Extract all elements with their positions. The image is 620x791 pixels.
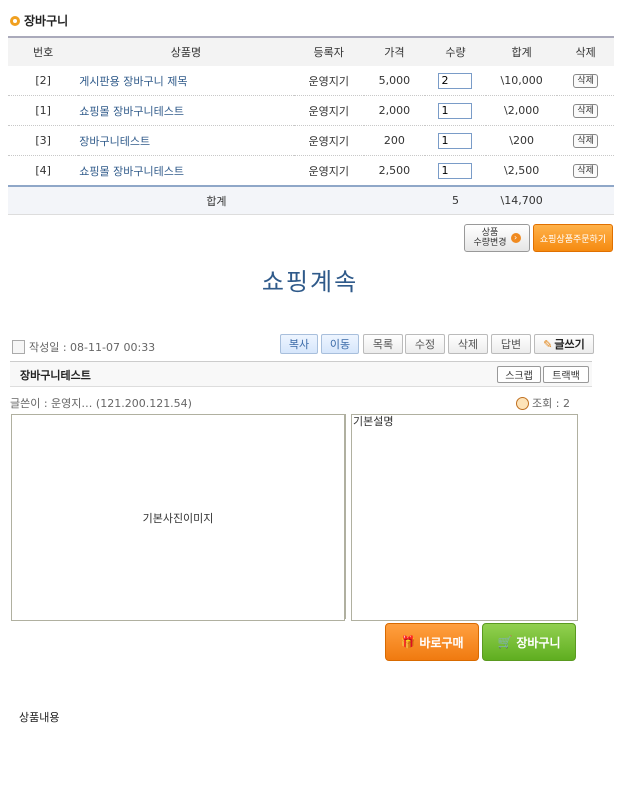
buy-now-label: 바로구매	[419, 635, 464, 650]
views-text: 조회 : 2	[532, 397, 570, 410]
row-price: 200	[363, 125, 425, 156]
reply-button[interactable]: 답변	[491, 334, 531, 354]
cart-section-title: 장바구니	[10, 12, 68, 29]
quantity-input[interactable]	[438, 162, 473, 179]
write-button[interactable]: ✎ 글쓰기	[534, 334, 594, 354]
col-header-no: 번호	[8, 36, 79, 66]
row-qty-cell	[424, 95, 487, 126]
product-image: 기본사진이미지	[11, 414, 345, 621]
row-no: [1]	[8, 95, 79, 126]
change-quantity-label: 상품 수량변경	[473, 228, 506, 248]
row-price: 2,500	[363, 155, 425, 187]
arrow-right-icon: ›	[510, 233, 521, 243]
document-icon	[12, 340, 25, 354]
post-date-text: 작성일 : 08-11-07 00:33	[29, 341, 156, 354]
delete-button[interactable]: 삭제	[573, 74, 598, 88]
pencil-icon: ✎	[543, 337, 553, 351]
delete-button[interactable]: 삭제	[573, 134, 598, 148]
change-quantity-button[interactable]: 상품 수량변경 ›	[464, 224, 530, 252]
row-no: [2]	[8, 66, 79, 96]
product-image-placeholder: 기본사진이미지	[142, 511, 214, 525]
col-header-product: 상품명	[78, 36, 294, 66]
total-empty	[557, 185, 614, 215]
row-price: 2,000	[363, 95, 425, 126]
write-button-label: 글쓰기	[554, 338, 585, 351]
row-qty-cell	[424, 125, 487, 156]
total-label: 합계	[8, 185, 425, 215]
row-seller: 운영지기	[293, 125, 364, 156]
col-header-qty: 수량	[424, 36, 487, 66]
row-qty-cell	[424, 66, 487, 96]
table-row: [3] 장바구니테스트 운영지기 200 \200 삭제	[8, 125, 614, 156]
product-description: 기본설명	[353, 415, 394, 428]
cart-icon: 🛒	[497, 635, 513, 649]
table-row: [2] 게시판용 장바구니 제목 운영지기 5,000 \10,000 삭제	[8, 66, 614, 96]
move-button[interactable]: 이동	[321, 334, 359, 354]
row-price: 5,000	[363, 66, 425, 96]
delete-button[interactable]: 삭제	[573, 104, 598, 118]
post-title: 장바구니테스트	[20, 369, 91, 382]
add-to-cart-label: 장바구니	[516, 635, 561, 650]
row-total: \2,000	[486, 95, 558, 126]
row-delete-cell: 삭제	[557, 66, 614, 96]
table-row: [4] 쇼핑몰 장바구니테스트 운영지기 2,500 \2,500 삭제	[8, 155, 614, 187]
row-seller: 운영지기	[293, 95, 364, 126]
scrap-button[interactable]: 스크랩	[497, 366, 541, 383]
product-link[interactable]: 장바구니테스트	[78, 125, 294, 156]
row-delete-cell: 삭제	[557, 125, 614, 156]
divider	[345, 414, 346, 619]
post-writer: 글쓴이 : 운영지… (121.200.121.54)	[10, 397, 192, 410]
col-header-price: 가격	[363, 36, 425, 66]
bullet-icon	[10, 15, 20, 26]
row-seller: 운영지기	[293, 66, 364, 96]
row-seller: 운영지기	[293, 155, 364, 187]
col-header-total: 합계	[486, 36, 558, 66]
product-link[interactable]: 쇼핑몰 장바구니테스트	[78, 95, 294, 126]
add-to-cart-button[interactable]: 🛒 장바구니	[482, 623, 576, 661]
change-quantity-line2: 수량변경	[473, 238, 507, 248]
cart-title-text: 장바구니	[24, 14, 69, 28]
total-qty: 5	[424, 185, 487, 215]
product-link[interactable]: 게시판용 장바구니 제목	[78, 66, 294, 96]
row-total: \10,000	[486, 66, 558, 96]
row-total: \2,500	[486, 155, 558, 187]
row-no: [3]	[8, 125, 79, 156]
buy-now-button[interactable]: 🎁 바로구매	[385, 623, 479, 661]
row-total: \200	[486, 125, 558, 156]
row-delete-cell: 삭제	[557, 155, 614, 187]
delete-button[interactable]: 삭제	[573, 164, 598, 178]
copy-button[interactable]: 복사	[280, 334, 318, 354]
product-content-label: 상품내용	[19, 711, 60, 724]
edit-button[interactable]: 수정	[405, 334, 445, 354]
row-no: [4]	[8, 155, 79, 187]
gift-icon: 🎁	[400, 635, 416, 649]
delete-post-button[interactable]: 삭제	[448, 334, 488, 354]
total-amount: \14,700	[486, 185, 558, 215]
continue-shopping-link[interactable]: 쇼핑계속	[0, 262, 620, 297]
table-row: [1] 쇼핑몰 장바구니테스트 운영지기 2,000 \2,000 삭제	[8, 95, 614, 126]
col-header-delete: 삭제	[557, 36, 614, 66]
list-button[interactable]: 목록	[363, 334, 403, 354]
quantity-input[interactable]	[438, 72, 473, 89]
product-link[interactable]: 쇼핑몰 장바구니테스트	[78, 155, 294, 187]
quantity-input[interactable]	[438, 102, 473, 119]
product-description-box: 기본설명	[351, 414, 578, 621]
change-quantity-line1: 상품	[481, 228, 499, 238]
cart-table: 번호 상품명 등록자 가격 수량 합계 삭제 [2] 게시판용 장바구니 제목 …	[8, 36, 614, 215]
quantity-input[interactable]	[438, 132, 473, 149]
post-views: 조회 : 2	[516, 395, 570, 411]
table-header-row: 번호 상품명 등록자 가격 수량 합계 삭제	[8, 36, 614, 66]
row-delete-cell: 삭제	[557, 95, 614, 126]
post-date: 작성일 : 08-11-07 00:33	[12, 339, 155, 355]
order-button[interactable]: 쇼핑상품주문하기	[533, 224, 613, 252]
col-header-seller: 등록자	[293, 36, 364, 66]
total-row: 합계 5 \14,700	[8, 185, 614, 215]
trackback-button[interactable]: 트랙백	[543, 366, 589, 383]
smile-icon	[516, 396, 529, 410]
row-qty-cell	[424, 155, 487, 187]
